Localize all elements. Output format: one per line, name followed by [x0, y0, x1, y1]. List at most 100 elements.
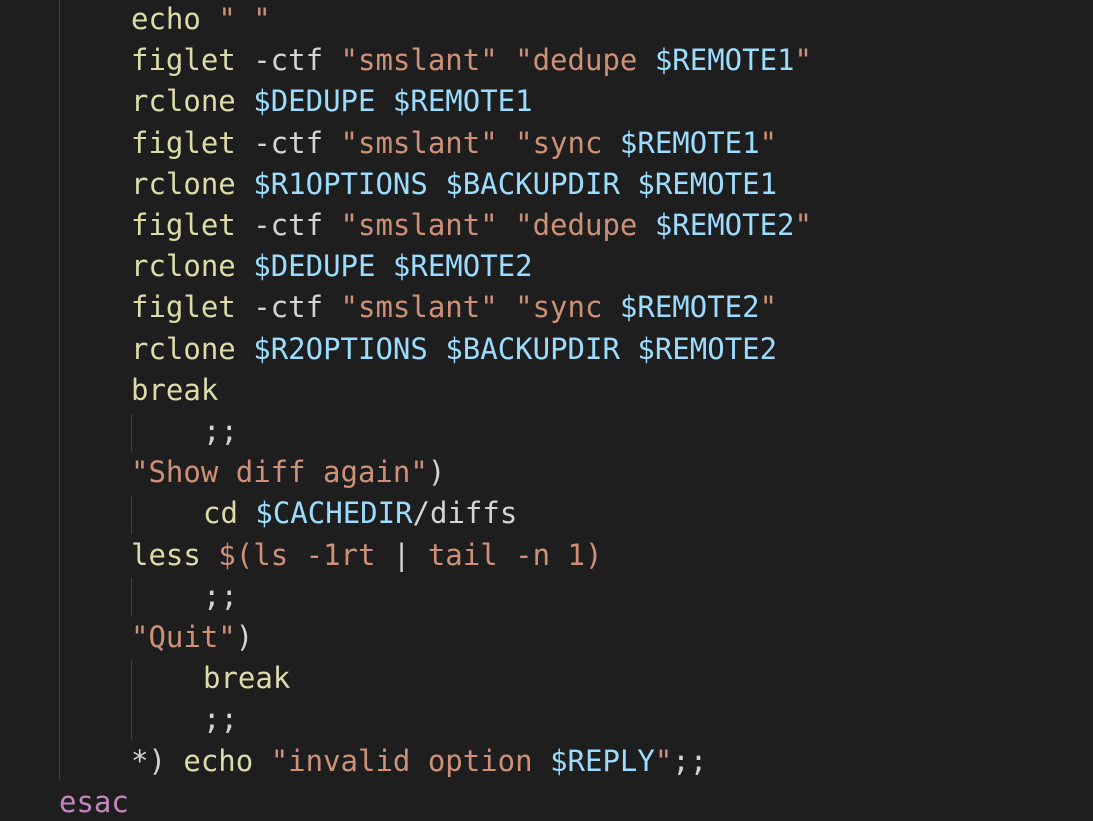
code-token: esac [59, 784, 129, 819]
code-token: $REMOTE1 [637, 166, 778, 201]
code-token: $CACHEDIR [255, 496, 413, 531]
code-token: $REMOTE1 [654, 43, 795, 78]
indent-guide [131, 414, 132, 452]
code-line[interactable]: figlet -ctf "smslant" "dedupe $REMOTE2" [131, 205, 812, 246]
code-line[interactable]: break [131, 370, 218, 411]
code-token: *) [131, 743, 184, 778]
code-token: rclone [131, 331, 236, 366]
code-token: $DEDUPE [253, 249, 376, 284]
code-token: rclone [131, 249, 236, 284]
code-token: "sync [515, 125, 620, 160]
code-token: "smslant" [340, 208, 498, 242]
code-token: $REMOTE2 [637, 331, 778, 366]
code-token: break [203, 661, 291, 696]
code-line[interactable]: rclone $R1OPTIONS $BACKUPDIR $REMOTE1 [131, 164, 777, 205]
code-line[interactable]: "Quit") [131, 617, 253, 658]
code-token: $REMOTE2 [392, 249, 533, 284]
code-line[interactable]: figlet -ctf "smslant" "sync $REMOTE2" [131, 287, 777, 328]
code-token: -ctf [235, 208, 341, 242]
code-token: echo [183, 743, 254, 778]
code-token: " " [218, 2, 271, 36]
code-token: figlet [131, 125, 236, 160]
code-token: ) [235, 620, 254, 654]
code-token: | [392, 537, 411, 572]
code-line[interactable]: break [203, 658, 290, 699]
code-token: $REMOTE2 [654, 208, 795, 242]
code-token: "Quit" [131, 620, 236, 654]
code-token: -ctf [235, 43, 341, 78]
code-token: ;; [203, 578, 238, 613]
code-token: ;; [203, 414, 238, 448]
code-line[interactable]: esac [59, 782, 129, 821]
code-token: "dedupe [515, 208, 655, 242]
code-token: tail -n 1) [410, 537, 603, 572]
code-line[interactable]: less $(ls -1rt | tail -n 1) [131, 535, 602, 576]
code-line[interactable]: rclone $DEDUPE $REMOTE2 [131, 246, 533, 287]
code-token: $REMOTE1 [392, 84, 533, 119]
code-token: " [794, 43, 812, 78]
code-line[interactable]: rclone $R2OPTIONS $BACKUPDIR $REMOTE2 [131, 329, 777, 370]
code-token: ;; [203, 702, 238, 737]
code-token: ) [427, 455, 446, 490]
code-token: break [131, 372, 219, 407]
code-line[interactable]: *) echo "invalid option $REPLY";; [131, 741, 707, 782]
code-token: " [654, 743, 673, 778]
code-line[interactable]: ;; [203, 411, 238, 452]
code-token: $BACKUPDIR [445, 166, 620, 201]
code-token: rclone [131, 84, 236, 119]
code-token: figlet [131, 208, 236, 242]
code-editor[interactable]: echo " " figlet -ctf "smslant" "dedupe $R… [0, 0, 1093, 821]
code-token: "sync [515, 290, 620, 325]
indent-guide [131, 578, 132, 616]
code-token: $REMOTE1 [619, 125, 760, 160]
code-token: figlet [131, 290, 236, 325]
code-token: -ctf [235, 290, 341, 325]
code-line[interactable]: rclone $DEDUPE $REMOTE1 [131, 81, 533, 122]
code-token: ;; [672, 743, 708, 778]
code-token: $R1OPTIONS [253, 166, 428, 201]
code-line[interactable]: figlet -ctf "smslant" "dedupe $REMOTE1" [131, 40, 812, 81]
code-token: "dedupe [515, 43, 655, 78]
code-token: $R2OPTIONS [253, 331, 428, 366]
code-token: "Show diff again" [131, 455, 428, 490]
code-token: cd [203, 496, 238, 531]
code-token: " [759, 290, 778, 325]
code-token: "smslant" [340, 125, 498, 160]
code-token: less [131, 537, 201, 572]
code-token: echo [131, 2, 201, 36]
code-token: rclone [131, 166, 236, 201]
code-token: "smslant" [340, 43, 498, 78]
code-line[interactable]: "Show diff again") [131, 452, 445, 493]
code-token: "smslant" [340, 290, 498, 325]
indent-guide [131, 660, 132, 740]
code-line[interactable]: cd $CACHEDIR/diffs [203, 493, 517, 534]
code-line[interactable]: echo " " [131, 0, 271, 40]
code-token: "invalid option [270, 743, 551, 778]
code-token: $REMOTE2 [619, 290, 760, 325]
code-line[interactable]: ;; [203, 699, 238, 740]
code-token: $DEDUPE [253, 84, 376, 119]
code-line[interactable]: figlet -ctf "smslant" "sync $REMOTE1" [131, 123, 777, 164]
code-token: " [759, 125, 778, 160]
code-line[interactable]: ;; [203, 576, 238, 617]
code-token: " [794, 208, 812, 242]
code-token: /diffs [412, 496, 518, 531]
code-token: $REPLY [550, 743, 655, 778]
